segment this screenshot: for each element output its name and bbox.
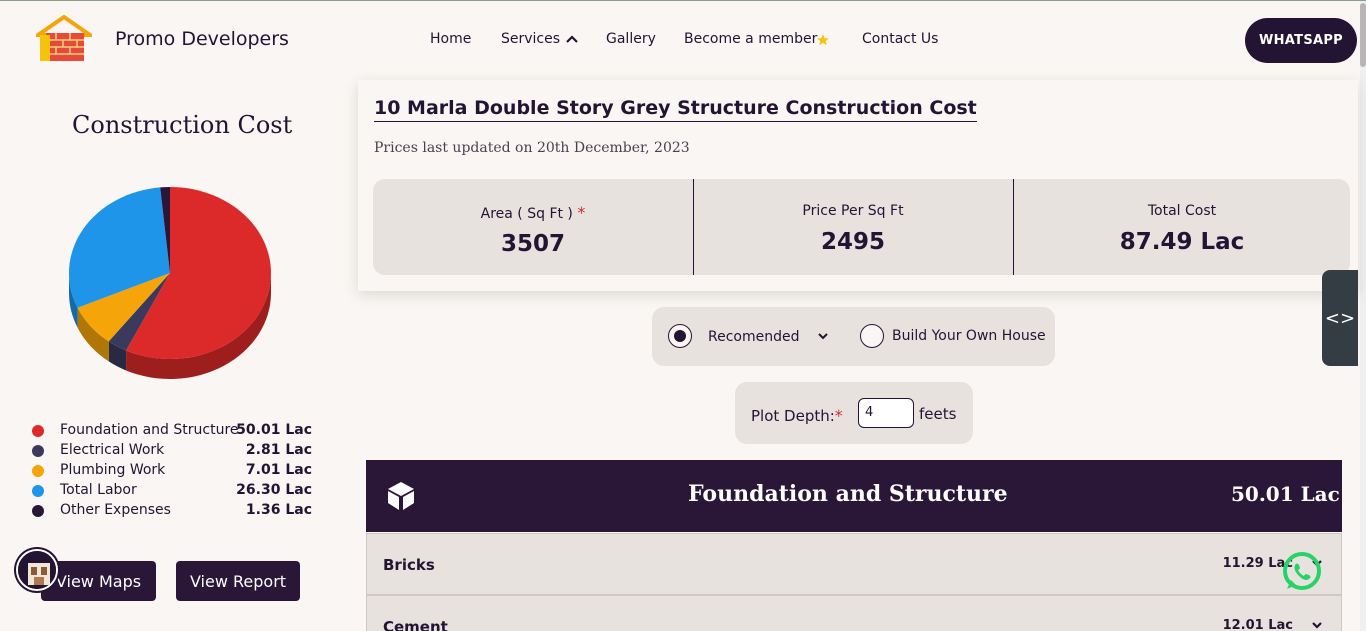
cost-pie-chart — [60, 185, 280, 381]
scrollbar-thumb[interactable] — [1360, 3, 1366, 67]
legend-item: Foundation and Structure 50.01 Lac — [32, 421, 312, 441]
legend-swatch — [32, 425, 44, 437]
legend-item: Electrical Work 2.81 Lac — [32, 441, 312, 461]
stat-price-value: 2495 — [820, 229, 885, 255]
brand-name[interactable]: Promo Developers — [115, 28, 289, 50]
cost-item-row[interactable]: Cement 12.01 Lac — [366, 595, 1342, 631]
plot-depth-input[interactable]: 4 — [858, 398, 914, 428]
legend-swatch — [32, 485, 44, 497]
chat-avatar[interactable] — [16, 549, 58, 591]
recommended-label[interactable]: Recomended — [708, 329, 800, 345]
stat-price-per-sqft: Price Per Sq Ft 2495 — [693, 179, 1013, 275]
legend-swatch — [32, 465, 44, 477]
page-scrollbar[interactable] — [1360, 1, 1366, 631]
prices-updated-text: Prices last updated on 20th December, 20… — [374, 140, 690, 156]
whatsapp-button[interactable]: WHATSAPP — [1245, 18, 1357, 63]
star-icon — [817, 34, 829, 46]
legend-label: Other Expenses — [60, 502, 171, 518]
required-marker: * — [577, 203, 586, 222]
build-own-radio[interactable] — [860, 324, 884, 348]
page-title: 10 Marla Double Story Grey Structure Con… — [374, 97, 977, 122]
nav-contact[interactable]: Contact Us — [862, 31, 938, 47]
category-title: Foundation and Structure — [688, 481, 1008, 507]
whatsapp-icon[interactable] — [1281, 551, 1323, 593]
plot-depth-label: Plot Depth:* — [751, 406, 843, 425]
build-own-label[interactable]: Build Your Own House — [892, 328, 1046, 344]
code-icon: <> — [1324, 307, 1356, 329]
stat-area-label: Area ( Sq Ft ) — [480, 206, 573, 222]
code-toggle-tab[interactable]: <> — [1322, 270, 1358, 366]
view-report-button[interactable]: View Report — [176, 561, 300, 601]
legend-value: 50.01 Lac — [236, 422, 312, 438]
nav-gallery[interactable]: Gallery — [606, 31, 656, 47]
stat-total-value: 87.49 Lac — [1119, 229, 1245, 255]
plot-depth-control: Plot Depth:* feets — [735, 382, 973, 444]
legend-item: Total Labor 26.30 Lac — [32, 481, 312, 501]
left-panel-title: Construction Cost — [72, 111, 293, 139]
chevron-down-icon[interactable] — [817, 331, 829, 341]
nav-services[interactable]: Services — [501, 31, 560, 47]
chevron-down-icon[interactable] — [1311, 620, 1323, 630]
divider — [1013, 179, 1014, 275]
item-value: 12.01 Lac — [1222, 618, 1293, 631]
plot-depth-unit: feets — [919, 405, 957, 423]
category-total: 50.01 Lac — [1231, 482, 1340, 506]
stat-area-value[interactable]: 3507 — [373, 231, 693, 257]
cost-item-row[interactable]: Bricks 11.29 Lac — [366, 533, 1342, 595]
item-name: Cement — [383, 618, 448, 631]
stat-total-cost: Total Cost 87.49 Lac — [1022, 179, 1342, 275]
stats-panel: Area ( Sq Ft ) * 3507 Price Per Sq Ft 24… — [373, 179, 1350, 275]
item-name: Bricks — [383, 556, 435, 574]
recommended-radio[interactable] — [668, 324, 692, 348]
legend-value: 2.81 Lac — [245, 442, 312, 458]
cost-legend: Foundation and Structure 50.01 Lac Electri… — [32, 421, 312, 521]
legend-label: Total Labor — [60, 482, 137, 498]
legend-item: Other Expenses 1.36 Lac — [32, 501, 312, 521]
nav-become-member[interactable]: Become a member — [684, 31, 817, 47]
legend-label: Plumbing Work — [60, 462, 166, 478]
stat-area: Area ( Sq Ft ) * 3507 — [373, 179, 693, 275]
build-options: Recomended Build Your Own House — [652, 307, 1055, 366]
legend-label: Electrical Work — [60, 442, 165, 458]
legend-value: 7.01 Lac — [245, 462, 312, 478]
nav-home[interactable]: Home — [430, 31, 471, 47]
legend-value: 1.36 Lac — [245, 502, 312, 518]
legend-value: 26.30 Lac — [236, 482, 312, 498]
cube-icon — [388, 482, 414, 510]
legend-swatch — [32, 445, 44, 457]
stat-total-label: Total Cost — [1147, 203, 1217, 219]
view-maps-button[interactable]: View Maps — [41, 561, 156, 601]
legend-swatch — [32, 505, 44, 517]
chevron-up-icon[interactable] — [566, 34, 578, 44]
stat-price-label: Price Per Sq Ft — [802, 203, 904, 219]
legend-label: Foundation and Structure — [60, 422, 239, 438]
legend-item: Plumbing Work 7.01 Lac — [32, 461, 312, 481]
brand-logo[interactable] — [31, 14, 97, 63]
